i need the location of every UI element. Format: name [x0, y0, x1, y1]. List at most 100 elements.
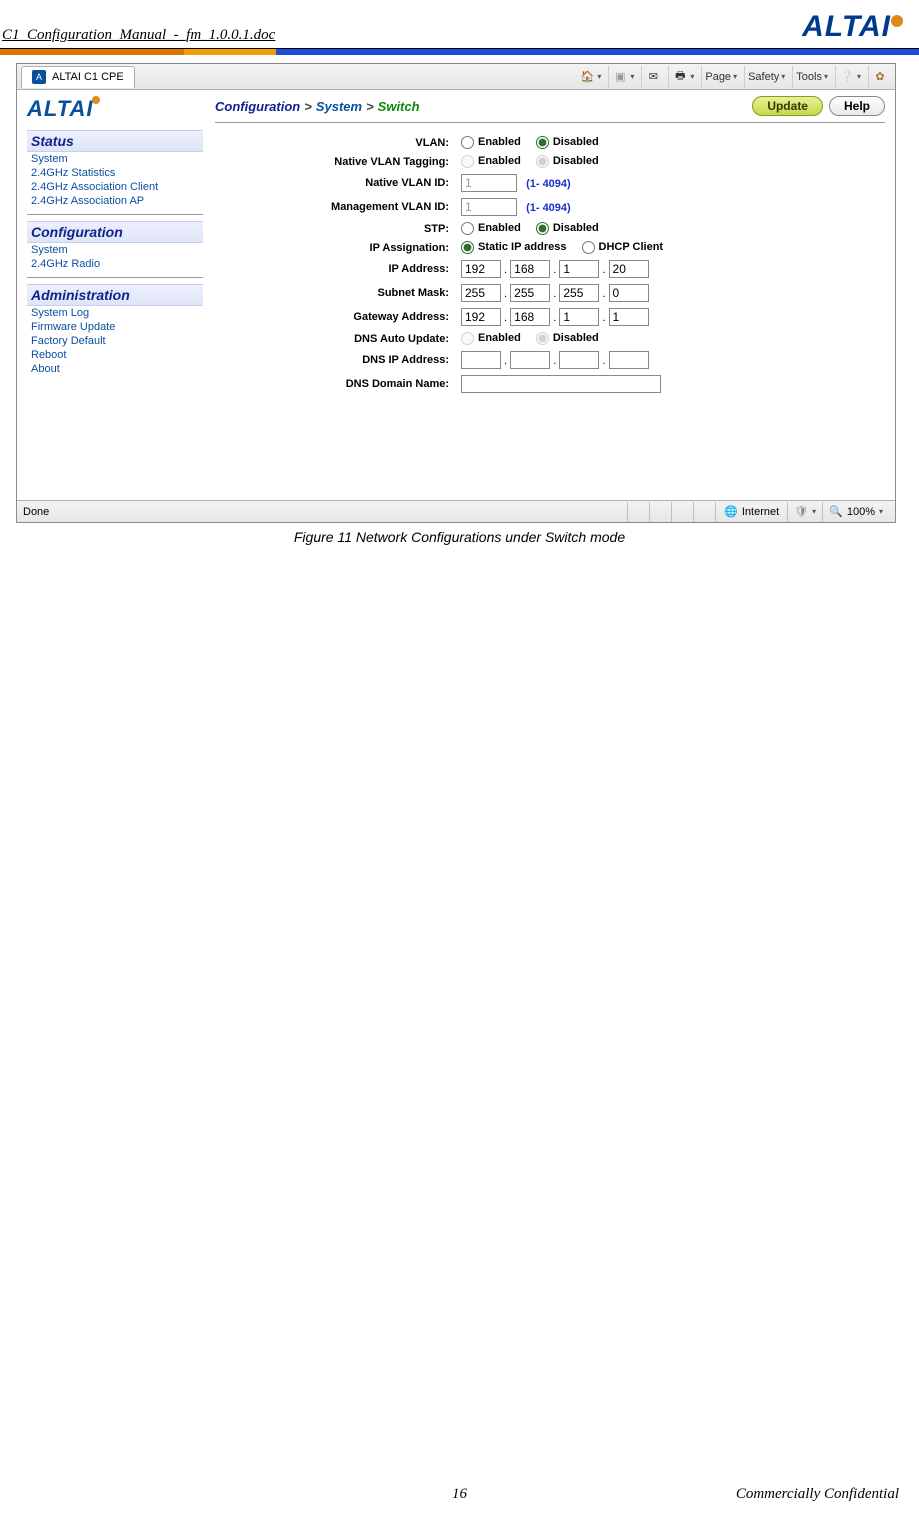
dns-octet-3[interactable]: [559, 351, 599, 369]
document-footer: 16 Commercially Confidential: [0, 1486, 919, 1503]
dns-auto-enabled-option[interactable]: Enabled: [461, 332, 533, 344]
globe-icon: 🌐: [724, 505, 738, 518]
logo-dot-icon: [92, 96, 100, 104]
print-icon: 🖶: [672, 67, 688, 86]
confidentiality-label: Commercially Confidential: [736, 1486, 899, 1503]
vlan-disabled-option[interactable]: Disabled: [536, 136, 611, 148]
dns-auto-disabled-radio[interactable]: [536, 332, 549, 345]
zone-label: Internet: [742, 506, 779, 518]
mask-octet-4[interactable]: [609, 284, 649, 302]
browser-toolbar: 🏠▾ ▣▾ ✉ 🖶▾ Page ▾ Safety ▾ Tools ▾ ❔▾ ✿: [576, 66, 891, 88]
feeds-button[interactable]: ▣▾: [608, 66, 637, 88]
logo-text: ALTAI: [802, 10, 891, 44]
document-header: C1_Configuration_Manual_-_fm_1.0.0.1.doc…: [0, 0, 919, 49]
dev-button[interactable]: ✿: [868, 66, 891, 88]
stp-disabled-option[interactable]: Disabled: [536, 222, 611, 234]
nvt-disabled-radio[interactable]: [536, 155, 549, 168]
sidebar: ALTAI Status System 2.4GHz Statistics 2.…: [17, 90, 209, 500]
nav-link-firmware-update[interactable]: Firmware Update: [27, 320, 203, 334]
dns-auto-enabled-radio[interactable]: [461, 332, 474, 345]
nav-link-reboot[interactable]: Reboot: [27, 348, 203, 362]
stp-disabled-radio[interactable]: [536, 222, 549, 235]
ip-octet-2[interactable]: [510, 260, 550, 278]
gw-octet-4[interactable]: [609, 308, 649, 326]
dhcp-client-option[interactable]: DHCP Client: [582, 241, 676, 253]
chevron-down-icon: ▾: [857, 72, 861, 81]
vlan-enabled-option[interactable]: Enabled: [461, 136, 533, 148]
nav-link-system[interactable]: System: [27, 152, 203, 166]
stp-enabled-radio[interactable]: [461, 222, 474, 235]
dns-domain-name-input[interactable]: [461, 375, 661, 393]
nvt-enabled-radio[interactable]: [461, 155, 474, 168]
zone-indicator[interactable]: 🌐 Internet: [715, 502, 787, 522]
browser-statusbar: Done 🌐 Internet 🛡 ▾ 🔍 100% ▾: [17, 500, 895, 522]
dns-octet-1[interactable]: [461, 351, 501, 369]
nav-link-24ghz-assoc-ap[interactable]: 2.4GHz Association AP: [27, 194, 203, 208]
stp-enabled-option[interactable]: Enabled: [461, 222, 533, 234]
dns-octet-2[interactable]: [510, 351, 550, 369]
gw-octet-1[interactable]: [461, 308, 501, 326]
config-form: VLAN: Enabled Disabled Native VLAN Taggi…: [215, 133, 885, 396]
tools-menu[interactable]: Tools ▾: [792, 66, 831, 88]
mask-octet-1[interactable]: [461, 284, 501, 302]
protected-mode-indicator[interactable]: 🛡 ▾: [787, 502, 822, 522]
zoom-value: 100%: [847, 506, 875, 518]
nav-link-system-log[interactable]: System Log: [27, 306, 203, 320]
static-ip-option[interactable]: Static IP address: [461, 241, 578, 253]
label-ip-address: IP Address:: [215, 257, 455, 281]
label-dns-domain-name: DNS Domain Name:: [215, 372, 455, 396]
browser-tab[interactable]: A ALTAI C1 CPE: [21, 66, 135, 88]
help-icon: ❔: [839, 70, 855, 83]
vlan-range-hint: (1- 4094): [526, 202, 571, 214]
status-cell: [693, 502, 715, 522]
mask-octet-3[interactable]: [559, 284, 599, 302]
native-vlan-id-input[interactable]: [461, 174, 517, 192]
dhcp-client-radio[interactable]: [582, 241, 595, 254]
vlan-disabled-radio[interactable]: [536, 136, 549, 149]
nvt-disabled-option[interactable]: Disabled: [536, 155, 611, 167]
chevron-down-icon: ▾: [630, 72, 634, 81]
nav-link-24ghz-stats[interactable]: 2.4GHz Statistics: [27, 166, 203, 180]
nav-link-24ghz-assoc-client[interactable]: 2.4GHz Association Client: [27, 180, 203, 194]
gw-octet-2[interactable]: [510, 308, 550, 326]
nvt-enabled-option[interactable]: Enabled: [461, 155, 533, 167]
mail-icon: ✉: [645, 70, 661, 83]
ip-octet-3[interactable]: [559, 260, 599, 278]
label-native-vlan-tagging: Native VLAN Tagging:: [215, 152, 455, 171]
dns-octet-4[interactable]: [609, 351, 649, 369]
help-button[interactable]: ❔▾: [835, 66, 864, 88]
nav-link-factory-default[interactable]: Factory Default: [27, 334, 203, 348]
static-ip-radio[interactable]: [461, 241, 474, 254]
page-menu[interactable]: Page ▾: [701, 66, 740, 88]
nav-section-administration: Administration: [27, 284, 203, 306]
mail-button[interactable]: ✉: [641, 66, 664, 88]
breadcrumb-system[interactable]: System: [316, 99, 362, 114]
label-ip-assignation: IP Assignation:: [215, 238, 455, 257]
safety-menu[interactable]: Safety ▾: [744, 66, 788, 88]
nav-section-status: Status: [27, 130, 203, 152]
help-button[interactable]: Help: [829, 96, 885, 116]
nav-link-about[interactable]: About: [27, 362, 203, 376]
vlan-enabled-radio[interactable]: [461, 136, 474, 149]
breadcrumb-row: Configuration > System > Switch Update H…: [215, 96, 885, 123]
update-button[interactable]: Update: [752, 96, 823, 116]
zoom-control[interactable]: 🔍 100% ▾: [822, 502, 889, 522]
ip-octet-1[interactable]: [461, 260, 501, 278]
gw-octet-3[interactable]: [559, 308, 599, 326]
status-text: Done: [23, 506, 49, 518]
nav-divider: [27, 277, 203, 278]
home-button[interactable]: 🏠▾: [576, 66, 604, 88]
print-button[interactable]: 🖶▾: [668, 66, 697, 88]
browser-tabbar: A ALTAI C1 CPE 🏠▾ ▣▾ ✉ 🖶▾ Page ▾ Safety …: [17, 64, 895, 90]
mask-octet-2[interactable]: [510, 284, 550, 302]
label-mgmt-vlan-id: Management VLAN ID:: [215, 195, 455, 219]
mgmt-vlan-id-input[interactable]: [461, 198, 517, 216]
nav-link-config-system[interactable]: System: [27, 243, 203, 257]
page-number: 16: [452, 1486, 467, 1503]
ip-octet-4[interactable]: [609, 260, 649, 278]
breadcrumb-sep: >: [366, 99, 374, 114]
dns-auto-disabled-option[interactable]: Disabled: [536, 332, 611, 344]
zoom-icon: 🔍: [829, 505, 843, 518]
nav-link-24ghz-radio[interactable]: 2.4GHz Radio: [27, 257, 203, 271]
label-stp: STP:: [215, 219, 455, 238]
